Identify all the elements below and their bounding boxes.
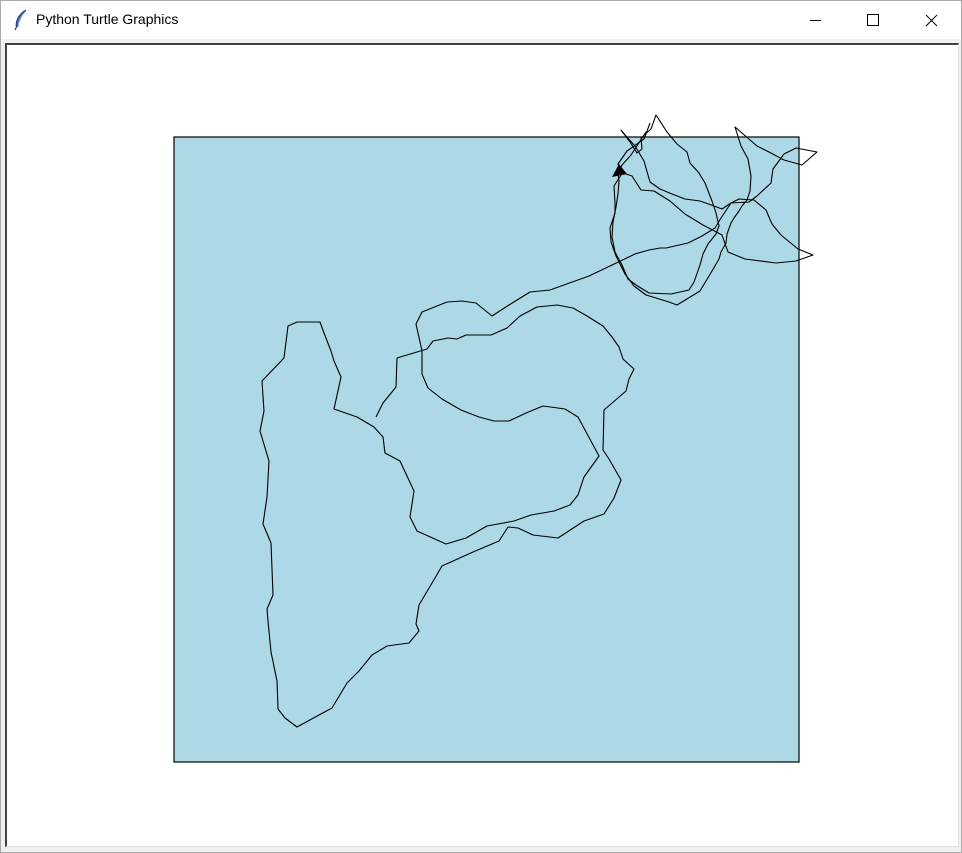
- window-left-edge: [1, 43, 4, 849]
- close-icon: [925, 14, 938, 27]
- turtle-window: Python Turtle Graphics: [0, 0, 962, 853]
- maximize-icon: [867, 14, 879, 26]
- maximize-button[interactable]: [844, 1, 902, 39]
- close-button[interactable]: [902, 1, 960, 39]
- light-blue-square: [173, 136, 800, 763]
- window-title: Python Turtle Graphics: [36, 11, 179, 27]
- turtle-canvas[interactable]: [5, 43, 959, 847]
- feather-icon: [13, 9, 29, 31]
- title-bar[interactable]: Python Turtle Graphics: [1, 1, 961, 39]
- minimize-button[interactable]: [786, 1, 844, 39]
- drawing-surface: [173, 114, 818, 763]
- minimize-icon: [810, 20, 821, 21]
